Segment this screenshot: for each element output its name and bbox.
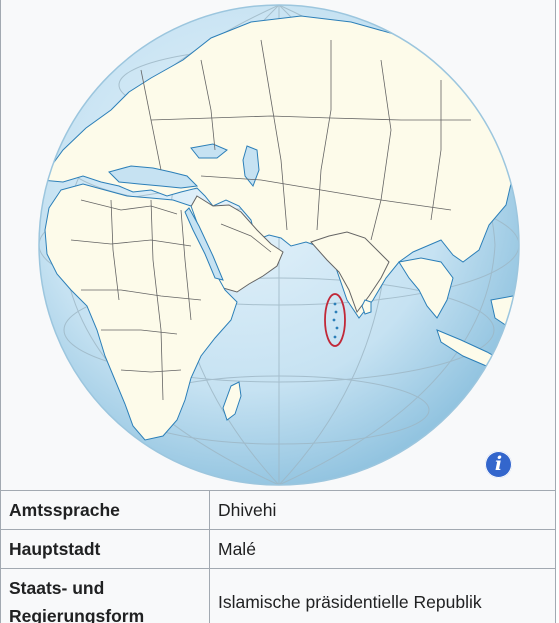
official-language-value[interactable]: Dhivehi (209, 491, 555, 530)
official-language-label[interactable]: Amtssprache (1, 491, 210, 530)
location-map: i (1, 0, 555, 491)
capital-link[interactable]: Hauptstadt (9, 539, 100, 559)
table-row: Amtssprache Dhivehi (1, 491, 555, 530)
infobox: i Amtssprache Dhivehi Hauptstadt Malé St… (0, 0, 556, 623)
globe-map[interactable] (1, 0, 555, 490)
capital-value[interactable]: Malé (209, 529, 555, 569)
government-form-label[interactable]: Staats- und Regierungsform (1, 568, 210, 623)
info-icon[interactable]: i (485, 451, 512, 478)
government-form-link[interactable]: Staats- und Regierungsform (9, 578, 144, 623)
facts-table: Amtssprache Dhivehi Hauptstadt Malé Staa… (1, 491, 555, 623)
official-language-link[interactable]: Amtssprache (9, 500, 120, 520)
government-form-value[interactable]: Islamische präsidentielle Republik (209, 568, 555, 623)
capital-label[interactable]: Hauptstadt (1, 529, 210, 569)
table-row: Staats- und Regierungsform Islamische pr… (1, 568, 555, 623)
table-row: Hauptstadt Malé (1, 529, 555, 569)
